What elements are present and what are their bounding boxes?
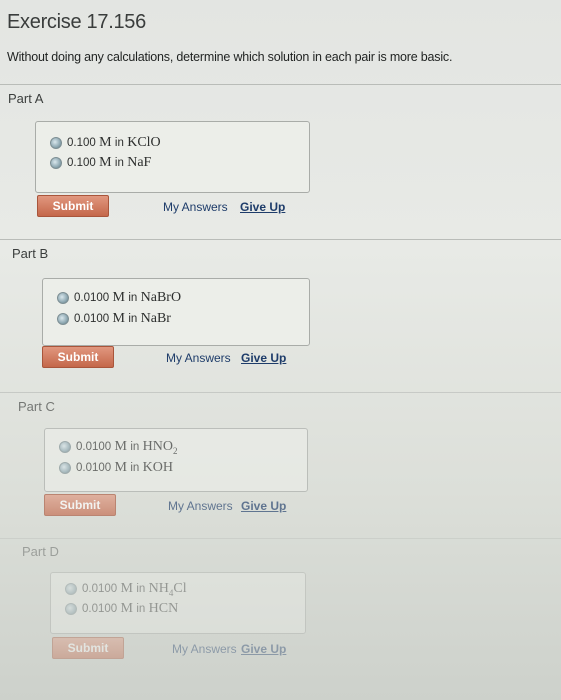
submit-button[interactable]: Submit xyxy=(52,637,124,659)
radio-button[interactable] xyxy=(65,603,77,615)
concentration: 0.100 xyxy=(67,137,96,149)
unit: M xyxy=(114,460,127,475)
word-in: in xyxy=(130,462,140,474)
divider xyxy=(0,538,561,539)
compound-formula: NH xyxy=(148,581,169,596)
radio-button[interactable] xyxy=(57,292,69,304)
choice-item[interactable]: 0.0100 M in NaBr xyxy=(57,311,171,327)
unit: M xyxy=(99,135,112,150)
divider xyxy=(0,239,561,240)
concentration: 0.0100 xyxy=(82,583,118,596)
part-c-choices: 0.0100 M in HNO2 0.0100 M in KOH xyxy=(44,428,308,492)
formula-subscript: 2 xyxy=(172,445,178,456)
unit: M xyxy=(120,581,133,597)
concentration: 0.100 xyxy=(67,157,96,169)
radio-button[interactable] xyxy=(50,137,62,149)
choice-item[interactable]: 0.0100 M in NaBrO xyxy=(57,290,181,306)
give-up-link[interactable]: Give Up xyxy=(241,642,286,656)
exercise-title: Exercise 17.156 xyxy=(7,11,146,33)
unit: M xyxy=(99,155,112,170)
radio-button[interactable] xyxy=(57,313,69,325)
concentration: 0.0100 xyxy=(76,462,112,474)
word-in: in xyxy=(136,583,146,596)
my-answers-link[interactable]: My Answers xyxy=(163,200,228,214)
unit: M xyxy=(112,290,125,305)
compound-formula: HNO xyxy=(142,439,173,454)
word-in: in xyxy=(128,292,138,304)
concentration: 0.0100 xyxy=(76,441,112,454)
part-c-label: Part C xyxy=(18,399,55,414)
my-answers-link[interactable]: My Answers xyxy=(168,499,233,513)
give-up-link[interactable]: Give Up xyxy=(241,351,286,365)
compound: HNO2 xyxy=(143,439,178,456)
submit-button[interactable]: Submit xyxy=(37,195,109,217)
choice-item[interactable]: 0.0100 M in HCN xyxy=(65,601,178,617)
part-d-label: Part D xyxy=(22,544,59,559)
word-in: in xyxy=(130,441,140,454)
part-b-label: Part B xyxy=(12,246,49,261)
compound: NaBr xyxy=(140,311,171,326)
part-b-choices: 0.0100 M in NaBrO 0.0100 M in NaBr xyxy=(42,278,310,346)
radio-button[interactable] xyxy=(59,462,71,474)
unit: M xyxy=(112,311,125,326)
compound: NaF xyxy=(127,155,152,170)
divider xyxy=(0,392,561,393)
choice-item[interactable]: 0.0100 M in KOH xyxy=(59,460,173,476)
concentration: 0.0100 xyxy=(74,292,110,304)
my-answers-link[interactable]: My Answers xyxy=(166,351,231,365)
part-a-choices: 0.100 M in KClO 0.100 M in NaF xyxy=(35,121,310,193)
my-answers-link[interactable]: My Answers xyxy=(172,642,237,656)
part-a-label: Part A xyxy=(8,91,44,106)
unit: M xyxy=(114,439,127,455)
part-d-choices: 0.0100 M in NH4Cl 0.0100 M in HCN xyxy=(50,572,306,634)
compound: KOH xyxy=(142,460,173,475)
submit-button[interactable]: Submit xyxy=(44,494,116,516)
choice-item[interactable]: 0.0100 M in NH4Cl xyxy=(65,581,187,598)
instructions-text: Without doing any calculations, determin… xyxy=(7,50,453,64)
word-in: in xyxy=(136,603,146,615)
give-up-link[interactable]: Give Up xyxy=(240,200,285,214)
word-in: in xyxy=(128,313,138,325)
unit: M xyxy=(120,601,133,616)
concentration: 0.0100 xyxy=(74,313,110,325)
compound: NH4Cl xyxy=(149,581,187,598)
radio-button[interactable] xyxy=(50,157,62,169)
concentration: 0.0100 xyxy=(82,603,118,615)
compound: KClO xyxy=(127,135,161,150)
compound-suffix: Cl xyxy=(173,581,187,596)
compound: NaBrO xyxy=(140,290,182,305)
choice-item[interactable]: 0.0100 M in HNO2 xyxy=(59,439,177,456)
choice-item[interactable]: 0.100 M in NaF xyxy=(50,155,151,171)
compound: HCN xyxy=(148,601,179,616)
word-in: in xyxy=(114,157,124,169)
give-up-link[interactable]: Give Up xyxy=(241,499,286,513)
radio-button[interactable] xyxy=(65,583,77,596)
word-in: in xyxy=(114,137,124,149)
submit-button[interactable]: Submit xyxy=(42,346,114,368)
divider xyxy=(0,84,561,85)
radio-button[interactable] xyxy=(59,441,71,454)
choice-item[interactable]: 0.100 M in KClO xyxy=(50,135,161,151)
